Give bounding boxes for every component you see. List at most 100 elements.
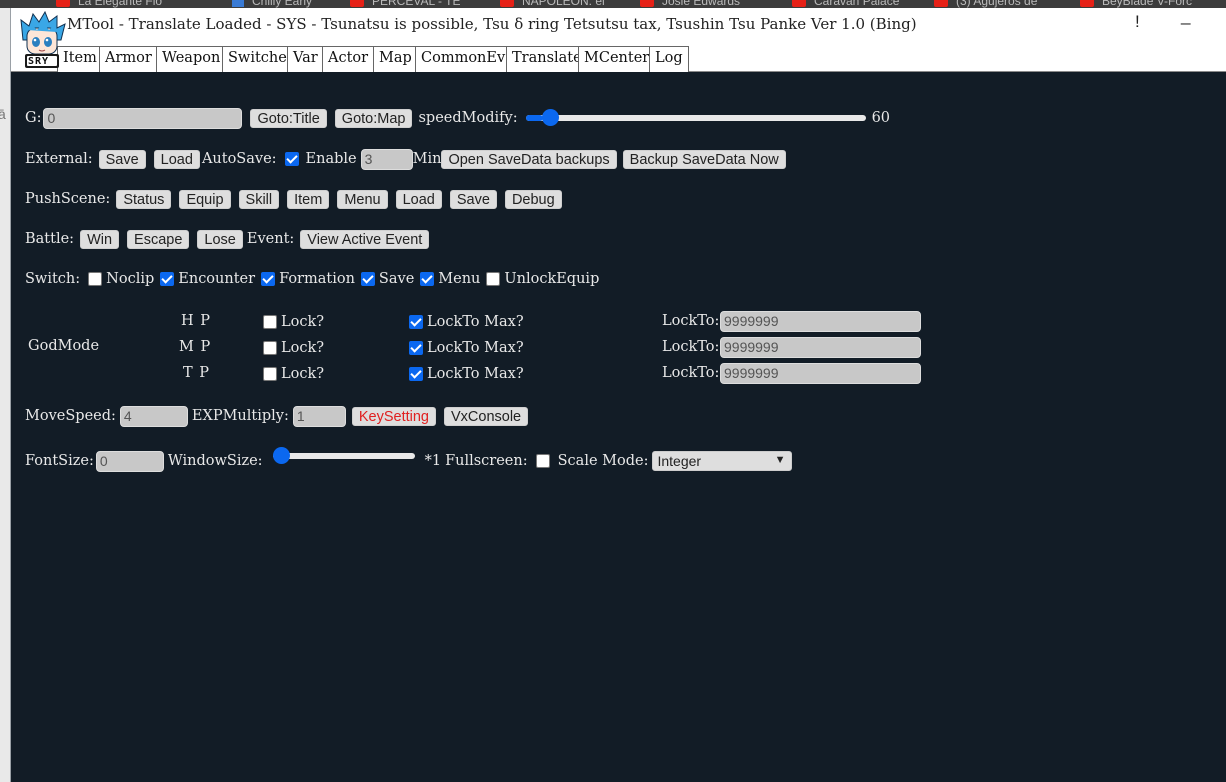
godmode-mp-lockto-input[interactable]: 9999999 — [720, 337, 921, 358]
window-size-slider[interactable] — [272, 447, 415, 464]
goto-map-button[interactable]: Goto:Map — [334, 108, 413, 128]
tab-map[interactable]: Map — [373, 46, 418, 72]
switch-save[interactable]: Save — [360, 271, 415, 287]
browser-tab[interactable]: Caravan Palace — [792, 0, 899, 8]
open-savedata-backups-button[interactable]: Open SaveData backups — [441, 149, 617, 169]
key-setting-button[interactable]: KeySetting — [351, 406, 436, 426]
switch-row: Switch: Noclip Encounter Formation Save … — [25, 268, 605, 290]
switch-formation[interactable]: Formation — [261, 271, 355, 287]
checkbox-icon[interactable] — [263, 367, 277, 381]
checkbox-icon[interactable] — [409, 367, 423, 381]
pushscene-equip-button[interactable]: Equip — [179, 189, 231, 209]
checkbox-icon[interactable] — [486, 272, 501, 286]
gold-input[interactable]: 0 — [43, 107, 243, 129]
fontsize-label: FontSize: — [25, 453, 94, 469]
switch-noclip[interactable]: Noclip — [88, 271, 154, 287]
pushscene-skill-button[interactable]: Skill — [238, 189, 280, 209]
tab-armor[interactable]: Armor — [99, 46, 158, 72]
autosave-minutes-input[interactable]: 3 — [360, 148, 413, 170]
checkbox-icon[interactable] — [160, 272, 175, 286]
godmode-mp-lock-max[interactable]: LockTo Max? — [409, 340, 524, 356]
tab-commonev[interactable]: CommonEv — [415, 46, 512, 72]
pushscene-item-button[interactable]: Item — [287, 189, 330, 209]
lock-label: Lock? — [281, 366, 325, 382]
browser-tab[interactable]: Josie Edwards — [640, 0, 740, 8]
external-load-button[interactable]: Load — [153, 149, 200, 169]
checkbox-icon[interactable] — [409, 341, 423, 355]
window-slider-thumb[interactable] — [272, 447, 290, 464]
pushscene-load-button[interactable]: Load — [395, 189, 442, 209]
window-size-label: WindowSize: — [167, 453, 263, 469]
scale-mode-label: Scale Mode: — [557, 453, 649, 469]
godmode-mp-lock[interactable]: Lock? — [263, 340, 324, 356]
godmode-hp-lock-max[interactable]: LockTo Max? — [409, 314, 524, 330]
movespeed-input[interactable]: 4 — [119, 405, 188, 427]
background-page-edge: ā — [0, 8, 10, 782]
goto-title-button[interactable]: Goto:Title — [250, 108, 327, 128]
lock-label: Lock? — [281, 314, 325, 330]
checkbox-icon[interactable] — [360, 272, 375, 286]
lock-label: Lock? — [281, 340, 325, 356]
pushscene-row: PushScene: Status Equip Skill Item Menu … — [25, 188, 570, 210]
checkbox-icon[interactable] — [263, 315, 277, 329]
pushscene-save-button[interactable]: Save — [449, 189, 497, 209]
browser-tab[interactable]: La Elegante Flo — [56, 0, 162, 8]
vx-console-button[interactable]: VxConsole — [444, 406, 529, 426]
mtool-window: MTool - Translate Loaded - SYS - Tsunats… — [10, 6, 1226, 782]
pushscene-menu-button[interactable]: Menu — [337, 189, 388, 209]
speed-modify-slider[interactable] — [525, 109, 866, 126]
tab-weapon[interactable]: Weapon — [156, 46, 227, 72]
fullscreen-checkbox[interactable] — [535, 454, 550, 468]
youtube-icon — [640, 0, 654, 7]
tab-actor[interactable]: Actor — [322, 46, 375, 72]
battle-lose-button[interactable]: Lose — [197, 229, 243, 249]
alert-icon[interactable]: ! — [1135, 12, 1140, 32]
browser-tab[interactable]: BeyBlade V-Forc — [1080, 0, 1192, 8]
battle-label: Battle: — [25, 231, 75, 247]
title-bar[interactable]: MTool - Translate Loaded - SYS - Tsunats… — [11, 6, 1226, 40]
tab-log[interactable]: Log — [649, 46, 689, 72]
checkbox-icon[interactable] — [263, 341, 277, 355]
godmode-hp-stat: H P — [181, 313, 212, 329]
battle-win-button[interactable]: Win — [80, 229, 120, 249]
godmode-tp-lock[interactable]: Lock? — [263, 366, 324, 382]
fontsize-row: FontSize: 0 WindowSize: *1 Fullscreen: S… — [25, 447, 793, 472]
tab-translate[interactable]: Translate — [506, 46, 588, 72]
minimize-button[interactable]: _ — [1181, 6, 1190, 26]
godmode-tp-lock-max[interactable]: LockTo Max? — [409, 366, 524, 382]
external-save-button[interactable]: Save — [98, 149, 146, 169]
gold-label: G: — [25, 110, 42, 126]
switch-encounter[interactable]: Encounter — [160, 271, 255, 287]
browser-tab[interactable]: Chilly Early — [232, 0, 312, 8]
switch-item-label: Save — [378, 271, 415, 287]
view-active-event-button[interactable]: View Active Event — [300, 229, 430, 249]
scale-mode-select[interactable]: Integer ▼ — [652, 451, 793, 471]
checkbox-icon[interactable] — [88, 272, 103, 286]
switch-unlockequip[interactable]: UnlockEquip — [486, 271, 599, 287]
godmode-hp-lockto-input[interactable]: 9999999 — [720, 311, 921, 332]
speed-slider-thumb[interactable] — [541, 109, 559, 126]
tab-mcenter[interactable]: MCenter — [578, 46, 656, 72]
tab-var[interactable]: Var — [287, 46, 324, 72]
checkbox-icon[interactable] — [420, 272, 435, 286]
godmode-tp-lockto-input[interactable]: 9999999 — [720, 363, 921, 384]
godmode-hp-lock[interactable]: Lock? — [263, 314, 324, 330]
checkbox-icon[interactable] — [409, 315, 423, 329]
switch-menu[interactable]: Menu — [420, 271, 480, 287]
browser-tab[interactable]: PERCEVAL - TE — [350, 0, 460, 8]
movespeed-row: MoveSpeed: 4 EXPMultiply: 1 KeySetting V… — [25, 405, 536, 427]
browser-tab[interactable]: NAPOLEON: el — [500, 0, 605, 8]
godmode-mp-lockto-label: LockTo: — [662, 339, 720, 355]
exp-multiply-label: EXPMultiply: — [191, 408, 289, 424]
browser-tab[interactable]: (3) Agujeros de — [934, 0, 1037, 8]
fontsize-input[interactable]: 0 — [95, 450, 164, 472]
pushscene-debug-button[interactable]: Debug — [504, 189, 562, 209]
exp-multiply-input[interactable]: 1 — [292, 405, 346, 427]
battle-escape-button[interactable]: Escape — [127, 229, 190, 249]
backup-savedata-now-button[interactable]: Backup SaveData Now — [622, 149, 786, 169]
pushscene-status-button[interactable]: Status — [116, 189, 172, 209]
autosave-enable-checkbox[interactable] — [284, 152, 299, 166]
godmode-tp-lockto-label: LockTo: — [662, 365, 720, 381]
tab-switche[interactable]: Switche — [222, 46, 293, 72]
checkbox-icon[interactable] — [261, 272, 276, 286]
